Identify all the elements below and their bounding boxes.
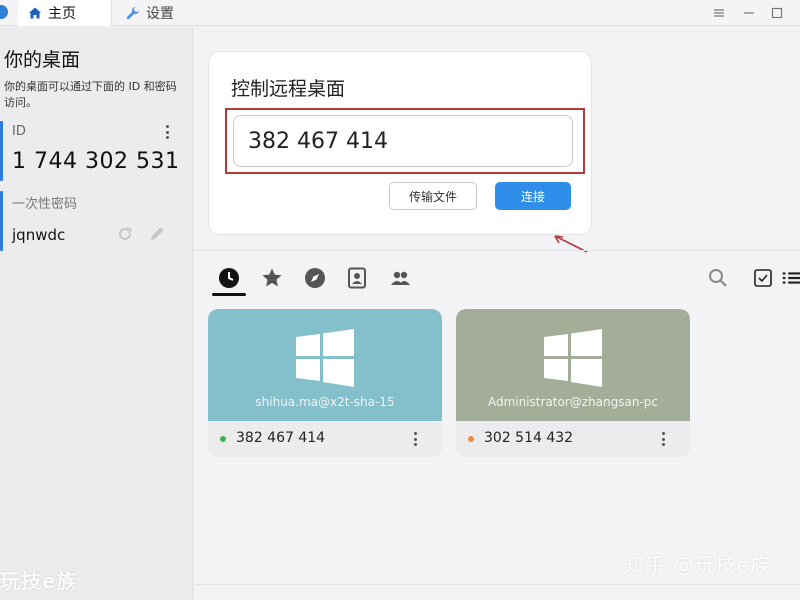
sidebar-title: 你的桌面 xyxy=(4,49,81,71)
tab-settings-label: 设置 xyxy=(146,6,174,22)
refresh-password-button[interactable] xyxy=(116,225,134,243)
connect-card: 控制远程桌面 传输文件 连接 xyxy=(208,51,592,253)
tab-home[interactable]: 主页 xyxy=(18,0,112,26)
peer-id: 382 467 414 xyxy=(236,430,326,446)
id-block-bar xyxy=(0,121,3,181)
tab-home-label: 主页 xyxy=(48,6,76,22)
tab-address-book[interactable] xyxy=(344,265,370,291)
address-book-icon xyxy=(348,267,366,289)
peer-username: shihua.ma@x2t-sha-15 xyxy=(255,395,395,409)
menu-button[interactable] xyxy=(710,4,728,22)
id-more-button[interactable] xyxy=(160,123,174,141)
title-bar: 主页 设置 xyxy=(0,0,800,26)
peer-info-bar: 302 514 432 xyxy=(456,421,690,457)
peer-info-bar: 382 467 414 xyxy=(208,421,442,457)
kebab-dot-icon xyxy=(661,443,665,446)
annotation-arrow-icon xyxy=(554,235,588,253)
select-mode-button[interactable] xyxy=(750,265,776,291)
windows-icon xyxy=(296,329,354,387)
pencil-icon xyxy=(151,227,164,240)
checkbox-icon xyxy=(754,269,772,287)
peer-card[interactable]: shihua.ma@x2t-sha-15 382 467 414 xyxy=(208,309,442,457)
edit-password-button[interactable] xyxy=(148,225,166,243)
group-icon xyxy=(391,271,410,285)
main-panel: 控制远程桌面 传输文件 连接 xyxy=(194,27,800,600)
compass-icon xyxy=(305,268,325,288)
list-view-button[interactable] xyxy=(780,265,800,291)
minimize-button[interactable] xyxy=(740,4,758,22)
remote-id-input[interactable] xyxy=(233,115,573,167)
maximize-icon xyxy=(771,7,783,19)
menu-icon xyxy=(714,9,724,17)
password-label: 一次性密码 xyxy=(12,197,78,212)
sidebar: 你的桌面 你的桌面可以通过下面的 ID 和密码访问。 ID 1 744 302 … xyxy=(0,27,193,600)
online-status-icon xyxy=(220,436,226,442)
watermark-left: 玩技e族 xyxy=(0,569,78,593)
star-icon xyxy=(262,268,282,287)
bottom-divider xyxy=(194,584,800,585)
sidebar-description: 你的桌面可以通过下面的 ID 和密码访问。 xyxy=(4,80,177,109)
connect-title: 控制远程桌面 xyxy=(231,78,346,100)
tab-discover[interactable] xyxy=(302,265,328,291)
kebab-dot-icon xyxy=(661,432,665,435)
kebab-dot-icon xyxy=(413,432,417,435)
search-button[interactable] xyxy=(705,265,731,291)
password-value: jqnwdc xyxy=(12,226,66,244)
input-highlight-box xyxy=(225,108,585,174)
app-logo-icon xyxy=(0,5,8,19)
tab-favorites[interactable] xyxy=(259,265,285,291)
kebab-dot-icon xyxy=(165,136,169,139)
kebab-dot-icon xyxy=(165,125,169,128)
search-icon xyxy=(709,269,727,287)
id-label: ID xyxy=(12,124,26,139)
wrench-icon xyxy=(126,7,139,20)
password-block-bar xyxy=(0,191,3,251)
watermark-right: 知乎 @玩技e族 xyxy=(624,553,771,577)
id-value: 1 744 302 531 xyxy=(12,149,180,174)
tab-group[interactable] xyxy=(387,265,413,291)
offline-status-icon xyxy=(468,436,474,442)
windows-icon xyxy=(544,329,602,387)
refresh-icon xyxy=(119,227,132,240)
transfer-file-button[interactable]: 传输文件 xyxy=(389,182,477,210)
kebab-dot-icon xyxy=(165,130,169,134)
peer-id: 302 514 432 xyxy=(484,430,574,446)
active-tab-indicator xyxy=(212,293,246,296)
maximize-button[interactable] xyxy=(768,4,786,22)
connect-button[interactable]: 连接 xyxy=(495,182,571,210)
kebab-dot-icon xyxy=(413,437,417,441)
peer-card[interactable]: Administrator@zhangsan-pc 302 514 432 xyxy=(456,309,690,457)
peer-username: Administrator@zhangsan-pc xyxy=(487,395,659,409)
tab-settings[interactable]: 设置 xyxy=(116,0,184,26)
peer-thumbnail[interactable]: shihua.ma@x2t-sha-15 xyxy=(208,309,442,421)
kebab-dot-icon xyxy=(661,437,665,441)
peer-more-button[interactable] xyxy=(658,431,668,447)
home-icon xyxy=(29,7,41,19)
recent-icon xyxy=(219,268,239,288)
section-divider xyxy=(194,250,800,251)
list-view-icon xyxy=(782,272,800,284)
kebab-dot-icon xyxy=(413,443,417,446)
peer-thumbnail[interactable]: Administrator@zhangsan-pc xyxy=(456,309,690,421)
minimize-icon xyxy=(744,12,754,14)
tab-recent[interactable] xyxy=(216,265,242,291)
peer-more-button[interactable] xyxy=(410,431,420,447)
